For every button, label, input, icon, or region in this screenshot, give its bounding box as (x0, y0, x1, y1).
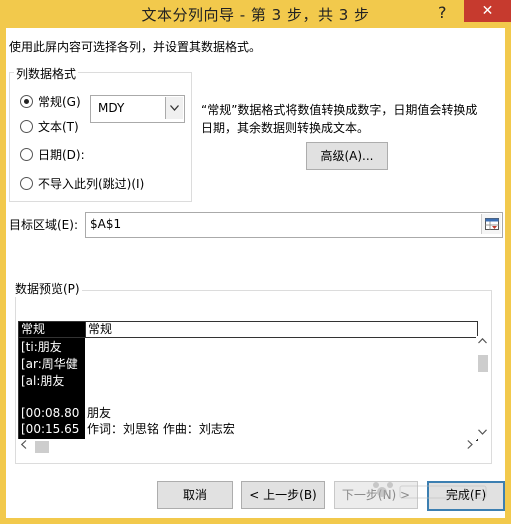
preview-col2-header[interactable]: 常规 (85, 322, 477, 338)
preview-cell: [00:15.65 (21, 422, 80, 436)
scroll-right-icon[interactable] (467, 440, 473, 452)
preview-cell: 朋友 (87, 406, 112, 420)
date-format-select[interactable]: MDY (90, 95, 185, 123)
help-button[interactable]: ? (438, 3, 447, 22)
preview-cell: [ar:周华健 (21, 357, 78, 371)
radio-skip[interactable]: 不导入此列(跳过)(I) (20, 174, 144, 192)
chevron-down-icon[interactable] (165, 97, 183, 119)
horizontal-scroll-thumb[interactable] (35, 441, 49, 453)
vertical-scroll-thumb[interactable] (478, 355, 488, 372)
preview-horizontal-scrollbar[interactable] (18, 439, 476, 455)
preview-col1-header[interactable]: 常规 (19, 322, 85, 338)
back-button[interactable]: < 上一步(B) (241, 481, 325, 509)
radio-general[interactable]: 常规(G) (20, 92, 81, 110)
instruction-text: 使用此屏内容可选择各列，并设置其数据格式。 (9, 40, 262, 54)
radio-text-circle[interactable] (20, 119, 33, 133)
cancel-button[interactable]: 取消 (157, 481, 233, 509)
preview-grid[interactable]: 常规 常规 [ti:朋友 [ar:周华健 [al:朋友 [00:08.80 朋友… (18, 321, 478, 441)
preview-cell: [ti:朋友 (21, 340, 62, 354)
radio-text[interactable]: 文本(T) (20, 117, 79, 135)
column-format-group-title: 列数据格式 (14, 65, 79, 82)
radio-text-label: 文本(T) (38, 119, 79, 134)
title-bar: 文本分列向导 - 第 3 步，共 3 步 ? ✕ (0, 0, 511, 28)
radio-date-circle[interactable] (20, 147, 33, 161)
radio-skip-circle[interactable] (20, 176, 33, 190)
scroll-left-icon[interactable] (20, 440, 27, 452)
format-description: “常规”数据格式将数值转换成数字，日期值会转换成日期，其余数据则转换成文本。 (201, 103, 478, 135)
scroll-up-icon[interactable] (478, 337, 487, 347)
radio-general-circle[interactable] (20, 94, 33, 108)
close-button[interactable]: ✕ (464, 0, 511, 22)
baidu-watermark-logo (362, 470, 502, 514)
radio-date[interactable]: 日期(D): (20, 145, 85, 163)
destination-label: 目标区域(E): (9, 218, 78, 232)
column-format-group: 列数据格式 常规(G) 文本(T) 日期(D): 不导入此列(跳过)(I) (9, 65, 192, 202)
date-format-value: MDY (98, 101, 125, 115)
radio-date-label: 日期(D): (38, 147, 85, 162)
preview-vertical-scrollbar[interactable] (476, 336, 490, 439)
radio-general-label: 常规(G) (38, 94, 81, 109)
range-select-icon[interactable] (481, 214, 501, 234)
destination-input[interactable]: $A$1 (85, 212, 503, 238)
destination-value: $A$1 (90, 217, 122, 231)
preview-label: 数据预览(P) (15, 280, 82, 297)
radio-skip-label: 不导入此列(跳过)(I) (38, 176, 145, 191)
preview-cell: [00:08.80 (21, 406, 80, 420)
scroll-down-icon[interactable] (478, 428, 487, 438)
window-title: 文本分列向导 - 第 3 步，共 3 步 (141, 6, 370, 24)
preview-cell: [al:朋友 (21, 374, 65, 388)
preview-cell: 作词：刘思铭 作曲：刘志宏 (87, 422, 235, 436)
text-import-wizard-window: 文本分列向导 - 第 3 步，共 3 步 ? ✕ 使用此屏内容可选择各列，并设置… (0, 0, 511, 524)
dialog-client-area: 使用此屏内容可选择各列，并设置其数据格式。 列数据格式 常规(G) 文本(T) … (6, 28, 505, 518)
advanced-button[interactable]: 高级(A)... (306, 142, 388, 170)
